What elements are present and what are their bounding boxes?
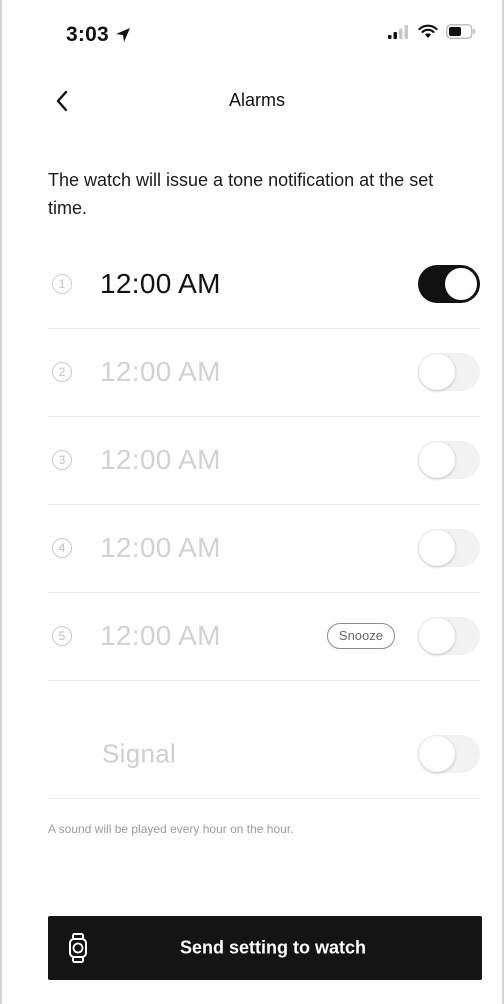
alarm-toggle[interactable] [418,265,480,303]
alarm-toggle[interactable] [418,617,480,655]
toggle-knob [419,354,455,390]
send-setting-label: Send setting to watch [179,937,366,958]
alarm-index-badge: 4 [52,538,72,558]
toggle-knob [443,266,479,302]
alarm-row-1: 1 12:00 AM [48,240,480,329]
status-bar: 3:03 [2,0,502,66]
toggle-knob [419,618,455,654]
alarm-time[interactable]: 12:00 AM [100,532,221,564]
alarm-time[interactable]: 12:00 AM [100,268,221,300]
signal-note: A sound will be played every hour on the… [48,822,294,836]
alarm-index-badge: 2 [52,362,72,382]
page-title: Alarms [228,90,285,110]
nav-bar: Alarms [2,78,502,124]
signal-label: Signal [102,738,177,769]
alarm-index-badge: 3 [52,450,72,470]
toggle-knob [419,442,455,478]
alarm-toggle[interactable] [418,353,480,391]
toggle-knob [419,736,455,772]
alarm-toggle[interactable] [418,529,480,567]
app-screen: 3:03 Alarms The watch will issue a tone … [0,0,504,1004]
location-arrow-icon [115,28,130,42]
alarm-row-5: 5 12:00 AM Snooze [48,592,480,681]
wifi-icon [418,24,438,38]
status-time: 3:03 [66,23,109,46]
signal-toggle[interactable] [418,735,480,773]
signal-row: Signal [48,710,480,799]
alarm-time[interactable]: 12:00 AM [100,444,221,476]
alarm-time[interactable]: 12:00 AM [100,620,221,652]
alarm-description: The watch will issue a tone notification… [48,170,434,218]
alarm-index-badge: 1 [52,274,72,294]
alarm-row-4: 4 12:00 AM [48,504,480,593]
send-setting-button[interactable]: Send setting to watch [48,916,482,980]
status-icons [388,24,476,39]
snooze-button[interactable]: Snooze [326,623,395,649]
alarm-row-3: 3 12:00 AM [48,416,480,505]
status-time-container: 3:03 [66,23,131,47]
alarm-row-2: 2 12:00 AM [48,328,480,417]
alarm-index-badge: 5 [52,626,72,646]
cellular-signal-icon [388,24,408,39]
alarm-time[interactable]: 12:00 AM [100,356,221,388]
toggle-knob [419,530,455,566]
alarm-toggle[interactable] [418,441,480,479]
battery-icon [446,24,475,39]
